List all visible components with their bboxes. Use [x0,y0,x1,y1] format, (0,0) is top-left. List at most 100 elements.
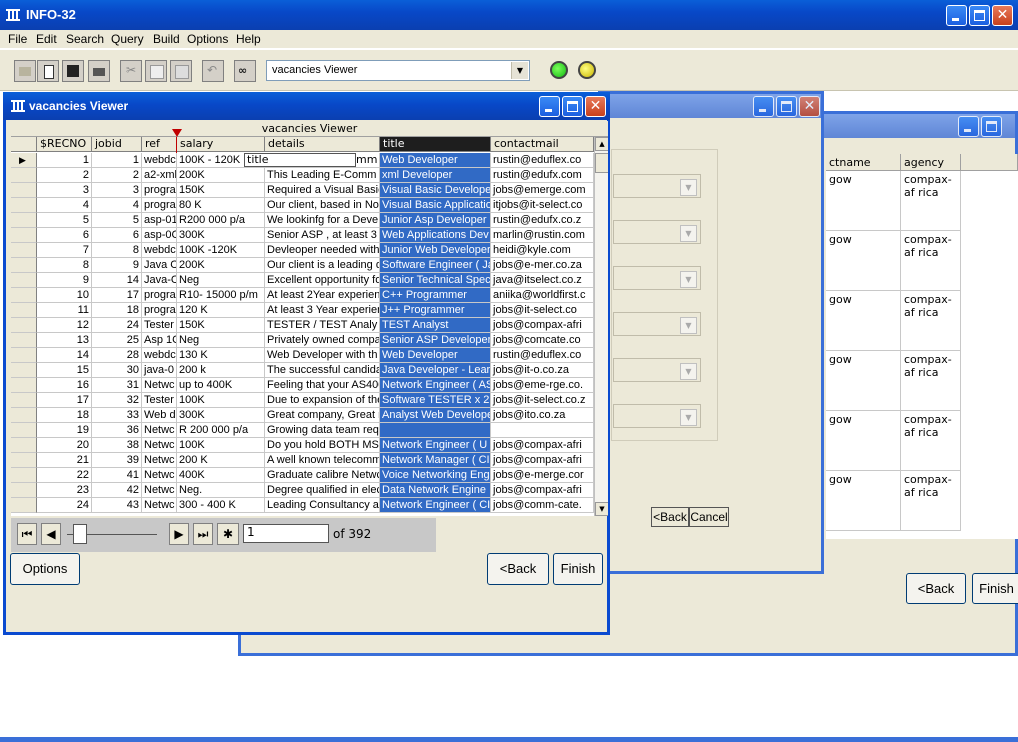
grid-cell-ref[interactable]: progra [142,303,177,318]
grid-cell-title[interactable]: Senior Technical Spec [380,273,491,288]
grid-cell-details[interactable]: Due to expansion of the [265,393,380,408]
back-button[interactable]: <Back [487,553,549,585]
grid-cell-jobid[interactable]: 43 [92,498,142,513]
grid-cell-contactmail[interactable]: jobs@compax-afri [491,453,594,468]
grid-cell-details[interactable]: Degree qualified in elec [265,483,380,498]
grid-cell-title[interactable]: Visual Basic Develope [380,183,491,198]
grid-cell-ref[interactable]: asp-01 [142,213,177,228]
grid-cell-jobid[interactable]: 6 [92,228,142,243]
grid-cell-contactmail[interactable]: jobs@comm-cate. [491,498,594,513]
col-header-jobid[interactable]: jobid [92,137,142,152]
wizard-dropdown[interactable]: ▼ [613,312,701,336]
col-header-recno[interactable]: $RECNO [37,137,92,152]
agency-cell[interactable]: gow [826,411,901,471]
grid-cell-details[interactable]: The successful candida [265,363,380,378]
yellow-status-icon[interactable] [578,61,596,79]
undo-button[interactable]: ↶ [202,60,224,82]
grid-cell-contactmail[interactable]: jobs@e-merge.cor [491,468,594,483]
grid-cell-details[interactable]: Excellent opportunity fo [265,273,380,288]
last-record-icon[interactable]: ⏭ [193,523,213,545]
menu-search[interactable]: Search [66,32,104,46]
grid-cell-recno[interactable]: 11 [37,303,92,318]
agency-cell[interactable]: compax-af rica [901,231,961,291]
grid-cell-recno[interactable]: 3 [37,183,92,198]
wizard-back-button[interactable]: <Back [651,507,689,527]
grid-cell-ref[interactable]: Asp 1C [142,333,177,348]
agency-cell[interactable]: gow [826,291,901,351]
grid-cell-salary[interactable]: Neg [177,273,265,288]
grid-cell-title[interactable]: Network Engineer ( AS [380,378,491,393]
grid-cell-title[interactable]: Software TESTER x 2 [380,393,491,408]
new-button[interactable] [37,60,59,82]
vacancies-grid[interactable]: vacancies Viewer $RECNO jobid ref salary… [11,121,608,516]
grid-cell-details[interactable]: At least 3 Year experier [265,303,380,318]
grid-cell-jobid[interactable]: 9 [92,258,142,273]
grid-cell-salary[interactable]: 150K [177,318,265,333]
row-indicator[interactable] [11,408,37,423]
grid-cell-ref[interactable]: progra [142,288,177,303]
chevron-down-icon[interactable]: ▼ [680,409,697,426]
row-indicator[interactable] [11,258,37,273]
grid-cell-jobid[interactable]: 32 [92,393,142,408]
grid-cell-jobid[interactable]: 4 [92,198,142,213]
grid-cell-details[interactable]: We lookinfg for a Deve [265,213,380,228]
app-title-bar[interactable]: INFO-32 ✕ [0,0,1018,30]
grid-cell-title[interactable]: Visual Basic Applicatio [380,198,491,213]
grid-cell-jobid[interactable]: 39 [92,453,142,468]
table-row[interactable]: 23 42 Netwc Neg. Degree qualified in elec Da… [11,483,594,498]
grid-cell-jobid[interactable]: 8 [92,243,142,258]
grid-cell-recno[interactable]: 20 [37,438,92,453]
wizard-dropdown[interactable]: ▼ [613,404,701,428]
row-indicator[interactable] [11,333,37,348]
grid-cell-ref[interactable]: Web d [142,408,177,423]
grid-cell-jobid[interactable]: 33 [92,408,142,423]
current-row-icon[interactable]: ▶ [11,153,37,168]
menu-build[interactable]: Build [153,32,180,46]
viewer-maximize-button[interactable] [562,96,583,117]
agency-cell[interactable]: gow [826,171,901,231]
row-indicator[interactable] [11,168,37,183]
grid-cell-recno[interactable]: 19 [37,423,92,438]
grid-cell-contactmail[interactable]: marlin@rustin.com [491,228,594,243]
grid-vertical-scrollbar[interactable]: ▲ ▼ [594,137,608,516]
prev-record-icon[interactable]: ◀ [41,523,61,545]
agency-cell[interactable]: gow [826,231,901,291]
grid-cell-details[interactable]: Privately owned compa [265,333,380,348]
wizard-minimize-button[interactable] [753,96,774,117]
grid-cell-recno[interactable]: 6 [37,228,92,243]
table-row[interactable]: 11 18 progra 120 K At least 3 Year experier J… [11,303,594,318]
column-drag-overlay[interactable]: title [244,153,356,167]
grid-cell-title[interactable]: Voice Networking Eng [380,468,491,483]
grid-cell-details[interactable]: A well known telecomm [265,453,380,468]
agency-col-header[interactable]: ctname [826,154,901,171]
row-indicator[interactable] [11,303,37,318]
grid-cell-salary[interactable]: 100K [177,438,265,453]
menu-options[interactable]: Options [187,32,228,46]
row-indicator[interactable] [11,243,37,258]
grid-cell-contactmail[interactable]: jobs@e-mer.co.za [491,258,594,273]
grid-cell-title[interactable]: Network Manager ( CI: [380,453,491,468]
save-button[interactable] [62,60,84,82]
grid-cell-contactmail[interactable]: itjobs@it-select.co [491,198,594,213]
grid-cell-contactmail[interactable]: jobs@compax-afri [491,318,594,333]
grid-cell-recno[interactable]: 8 [37,258,92,273]
table-row[interactable]: 16 31 Netwc up to 400K Feeling that your AS4… [11,378,594,393]
agency-minimize-button[interactable] [958,116,979,137]
grid-cell-salary[interactable]: 130 K [177,348,265,363]
table-row[interactable]: 13 25 Asp 1C Neg Privately owned compa Senior… [11,333,594,348]
grid-cell-salary[interactable]: up to 400K [177,378,265,393]
grid-cell-details[interactable]: This Leading E-Comm c [265,168,380,183]
grid-cell-contactmail[interactable]: jobs@eme-rge.co. [491,378,594,393]
grid-cell-recno[interactable]: 16 [37,378,92,393]
grid-cell-jobid[interactable]: 1 [92,153,142,168]
table-row[interactable]: 20 38 Netwc 100K Do you hold BOTH MS Network… [11,438,594,453]
grid-cell-recno[interactable]: 10 [37,288,92,303]
grid-cell-ref[interactable]: Netwc [142,423,177,438]
grid-cell-ref[interactable]: Netwc [142,498,177,513]
row-indicator[interactable] [11,393,37,408]
row-indicator[interactable] [11,288,37,303]
grid-cell-details[interactable]: Our client is a leading d [265,258,380,273]
row-indicator[interactable] [11,228,37,243]
grid-cell-jobid[interactable]: 38 [92,438,142,453]
grid-cell-ref[interactable]: asp-0C [142,228,177,243]
